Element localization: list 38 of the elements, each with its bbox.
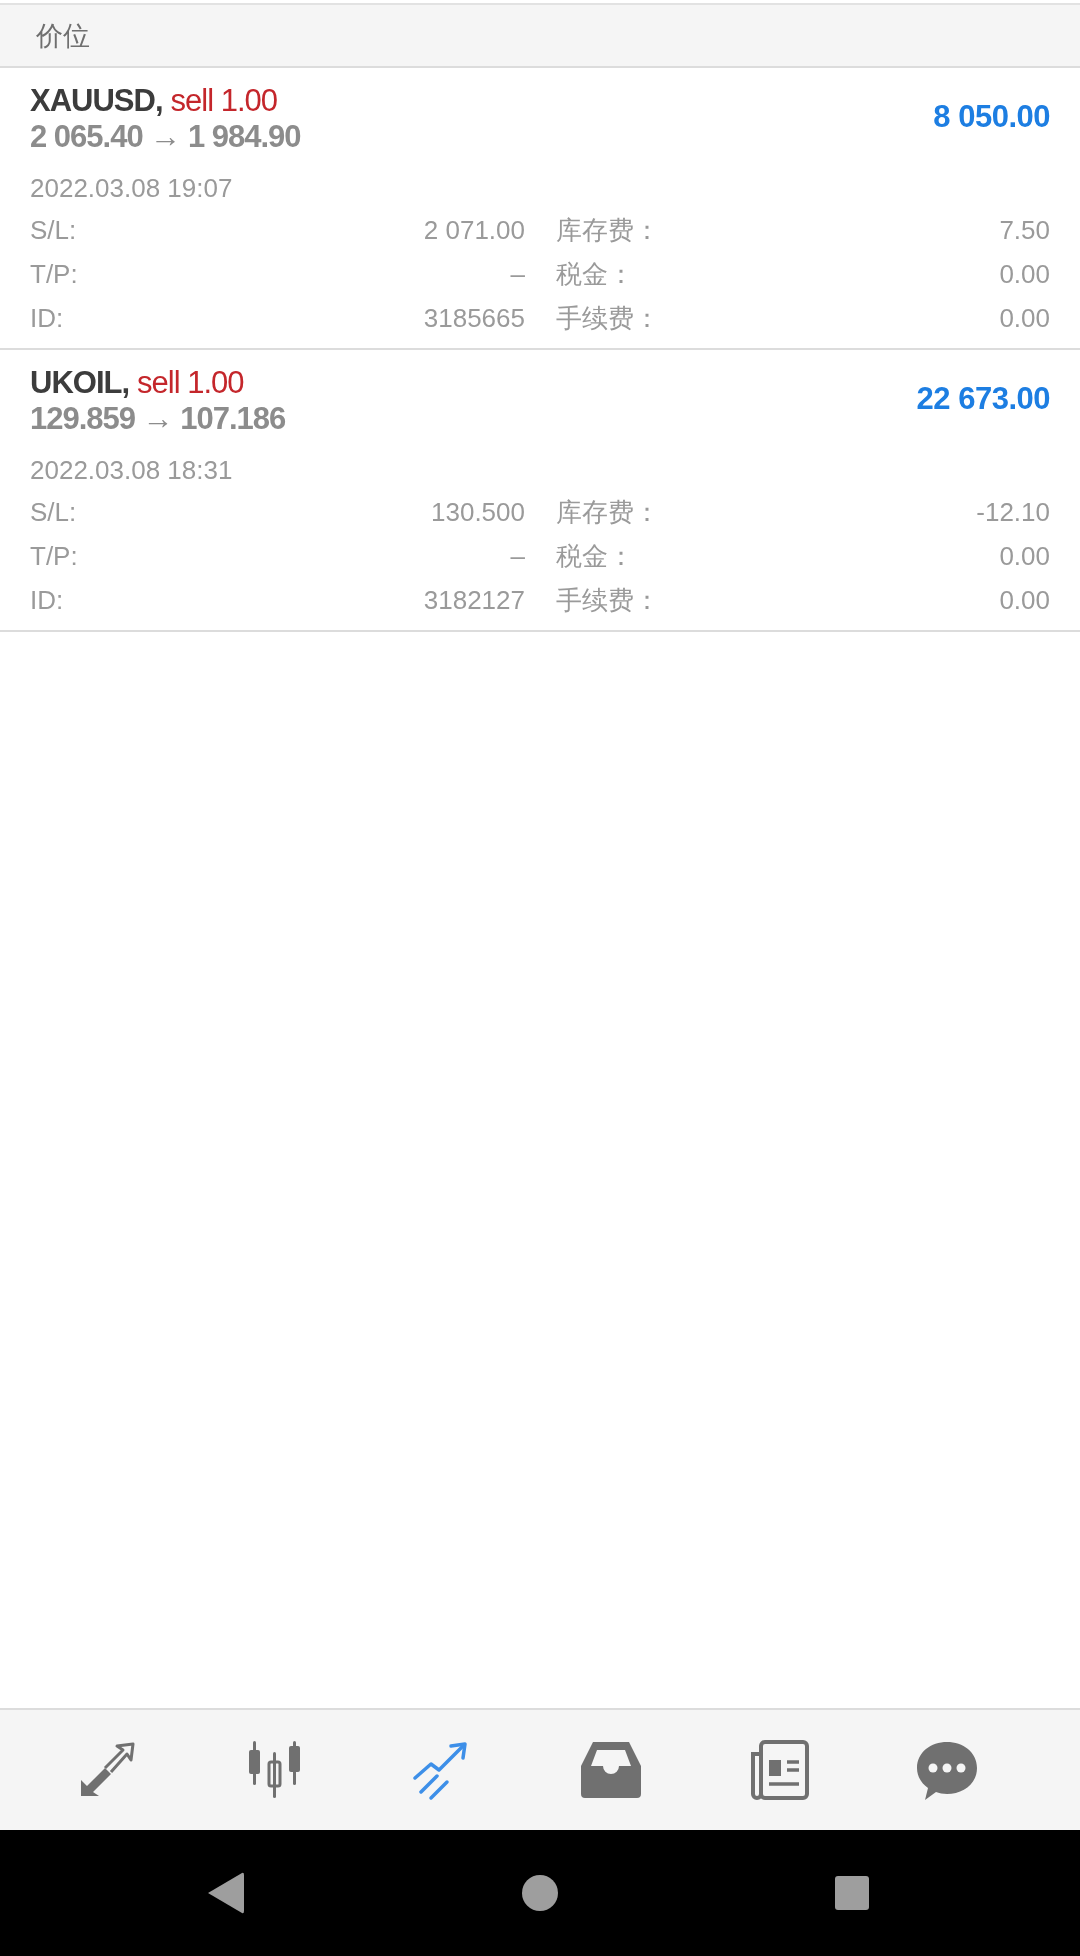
field-label: 税金： <box>555 540 635 573</box>
field-label: ID: <box>30 584 65 617</box>
open-time: 2022.03.08 18:31 <box>30 454 234 487</box>
field-label: 手续费： <box>555 584 661 617</box>
field-value: 2 071.00 <box>422 214 525 247</box>
profit: 8 050.00 <box>933 99 1050 135</box>
symbol: UKOIL, <box>30 365 130 400</box>
field-label: ID: <box>30 302 65 335</box>
order-type: sell 1.00 <box>137 365 244 400</box>
price-change: 129.859 → 107.186 <box>30 401 286 437</box>
field-value: 0.00 <box>998 302 1050 335</box>
field-value: 0.00 <box>998 584 1050 617</box>
open-time: 2022.03.08 19:07 <box>30 172 234 205</box>
field-label: T/P: <box>30 540 79 573</box>
field-label: 手续费： <box>555 302 661 335</box>
recents-button[interactable] <box>834 1875 870 1911</box>
header-title: 价位 <box>36 19 90 53</box>
field-value: 3185665 <box>422 302 525 335</box>
field-value: 0.00 <box>998 540 1050 573</box>
field-value: -12.10 <box>975 496 1050 529</box>
field-value: – <box>509 258 525 291</box>
order-type: sell 1.00 <box>170 83 277 118</box>
home-button[interactable] <box>522 1875 558 1911</box>
field-label: S/L: <box>30 214 78 247</box>
field-value: 7.50 <box>998 214 1050 247</box>
back-button[interactable] <box>206 1871 246 1915</box>
field-label: 税金： <box>555 258 635 291</box>
field-label: S/L: <box>30 496 78 529</box>
symbol: XAUUSD, <box>30 83 163 118</box>
profit: 22 673.00 <box>916 381 1050 417</box>
field-value: 0.00 <box>998 258 1050 291</box>
field-value: 130.500 <box>430 496 525 529</box>
field-value: 3182127 <box>422 584 525 617</box>
price-change: 2 065.40 → 1 984.90 <box>30 119 301 155</box>
field-label: 库存费： <box>555 214 661 247</box>
field-value: – <box>509 540 525 573</box>
field-label: T/P: <box>30 258 79 291</box>
field-label: 库存费： <box>555 496 661 529</box>
